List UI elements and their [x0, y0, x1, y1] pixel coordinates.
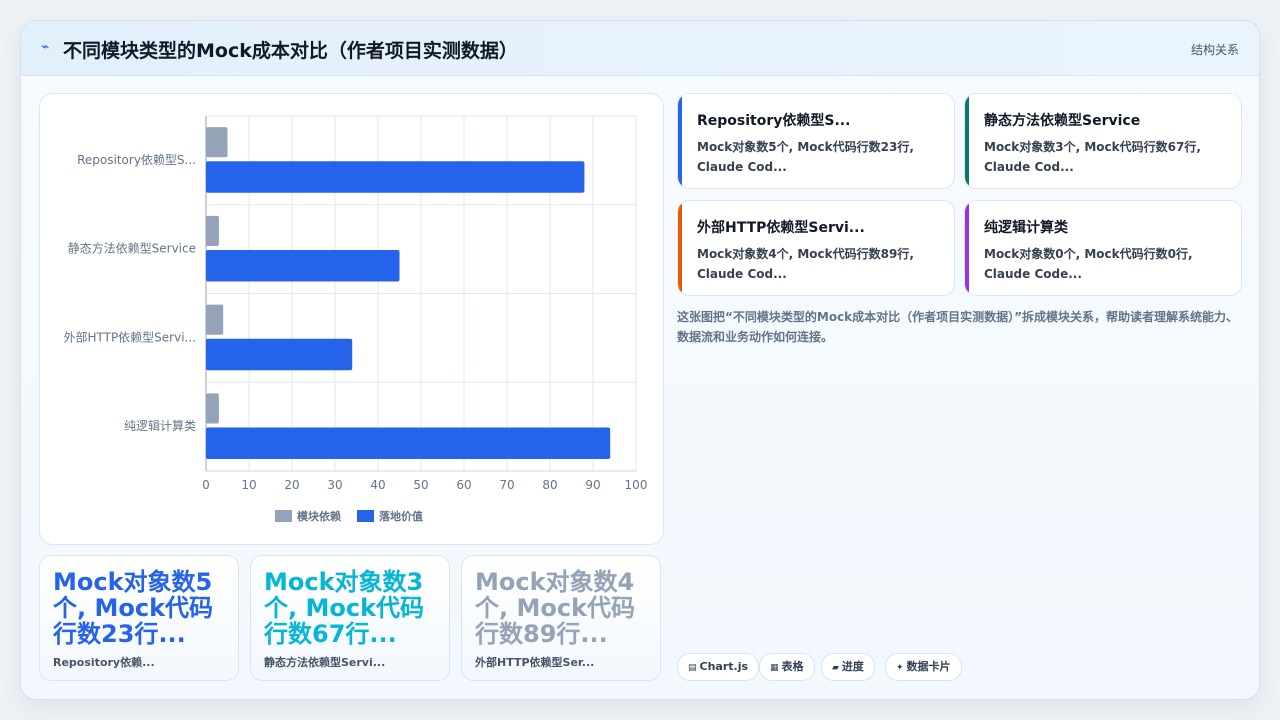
bar-module-dependency	[206, 304, 224, 335]
category-label: Repository依赖型S...	[77, 152, 196, 167]
info-card-body: Mock对象数5个, Mock代码行数23行, Claude Cod...	[697, 140, 914, 174]
category-label: 纯逻辑计算类	[124, 418, 196, 433]
chart-card: Repository依赖型S... 静态方法依赖型Service 外部HTTP依赖型…	[39, 93, 664, 545]
tag-chartjs[interactable]: ▤ Chart.js	[677, 653, 760, 681]
bar-chart: Repository依赖型S... 静态方法依赖型Service 外部HTTP依赖型…	[63, 115, 648, 523]
structure-relation-link[interactable]: 结构关系	[1191, 41, 1239, 58]
accent-bar	[965, 201, 969, 295]
info-card-title: Repository依赖型S...	[697, 113, 851, 129]
legend-label: 模块依赖	[297, 509, 341, 523]
x-tick-label: 0	[202, 478, 210, 492]
x-tick-label: 80	[542, 478, 557, 492]
bar-landing-value	[206, 427, 611, 460]
spark-icon: ⌁	[41, 39, 50, 55]
x-tick-label: 10	[241, 478, 256, 492]
x-tick-label: 100	[625, 478, 648, 492]
info-card-1: Repository依赖型S... Mock对象数5个, Mock代码行数23行…	[677, 93, 955, 189]
progress-icon: ▰	[832, 663, 839, 673]
accent-bar	[965, 94, 969, 188]
stat-card-2: Mock对象数3个, Mock代码行数67行... 静态方法依赖型Servi..…	[250, 555, 450, 681]
legend-label: 落地价值	[379, 509, 423, 523]
tag-label: 表格	[781, 660, 804, 673]
stat-label: 外部HTTP依赖型Ser...	[475, 656, 595, 669]
bar-module-dependency	[206, 127, 228, 158]
stat-card-1: Mock对象数5个, Mock代码行数23行... Repository依赖..…	[39, 555, 239, 681]
info-card-3: 外部HTTP依赖型Servi... Mock对象数4个, Mock代码行数89行…	[677, 200, 955, 296]
x-tick-label: 40	[370, 478, 385, 492]
tag-progress[interactable]: ▰ 进度	[821, 653, 875, 681]
x-tick-label: 30	[327, 478, 342, 492]
main-panel: ⌁ 不同模块类型的Mock成本对比（作者项目实测数据） 结构关系 Reposit…	[20, 20, 1260, 700]
category-label: 外部HTTP依赖型Servi...	[63, 329, 196, 344]
tag-data-card[interactable]: ✦ 数据卡片	[885, 653, 962, 681]
stat-value: Mock对象数4个, Mock代码行数89行...	[475, 568, 636, 648]
category-label: 静态方法依赖型Service	[68, 241, 196, 256]
tag-label: 数据卡片	[906, 660, 951, 673]
info-card-title: 静态方法依赖型Service	[984, 113, 1141, 129]
bar-landing-value	[206, 338, 353, 371]
x-tick-label: 90	[585, 478, 600, 492]
header: ⌁ 不同模块类型的Mock成本对比（作者项目实测数据） 结构关系	[21, 21, 1259, 76]
page-title: 不同模块类型的Mock成本对比（作者项目实测数据）	[63, 40, 518, 62]
stat-value: Mock对象数3个, Mock代码行数67行...	[264, 568, 425, 648]
tag-table[interactable]: ▦ 表格	[759, 653, 815, 681]
info-card-title: 外部HTTP依赖型Servi...	[697, 220, 865, 236]
info-card-body: Mock对象数0个, Mock代码行数0行, Claude Code...	[984, 247, 1193, 281]
legend-swatch	[357, 510, 374, 522]
chart-description: 这张图把“不同模块类型的Mock成本对比（作者项目实测数据）”拆成模块关系，帮助…	[677, 310, 1239, 344]
info-card-4: 纯逻辑计算类 Mock对象数0个, Mock代码行数0行, Claude Cod…	[964, 200, 1242, 296]
x-tick-label: 60	[456, 478, 471, 492]
info-card-body: Mock对象数4个, Mock代码行数89行, Claude Cod...	[697, 247, 914, 281]
info-card-body: Mock对象数3个, Mock代码行数67行, Claude Cod...	[984, 140, 1201, 174]
x-tick-label: 70	[499, 478, 514, 492]
stat-label: 静态方法依赖型Servi...	[264, 656, 386, 669]
accent-bar	[678, 94, 682, 188]
x-tick-label: 20	[284, 478, 299, 492]
tag-label: 进度	[841, 660, 864, 673]
bar-module-dependency	[206, 215, 219, 247]
sparkle-icon: ✦	[896, 663, 904, 673]
bar-module-dependency	[206, 393, 219, 424]
legend-swatch	[275, 510, 292, 522]
x-tick-label: 50	[413, 478, 428, 492]
stat-card-3: Mock对象数4个, Mock代码行数89行... 外部HTTP依赖型Ser..…	[461, 555, 661, 681]
info-card-title: 纯逻辑计算类	[984, 220, 1068, 236]
chart-icon: ▤	[688, 663, 697, 673]
table-icon: ▦	[770, 663, 779, 673]
accent-bar	[678, 201, 682, 295]
bar-landing-value	[206, 250, 400, 282]
info-card-2: 静态方法依赖型Service Mock对象数3个, Mock代码行数67行, C…	[964, 93, 1242, 189]
stat-label: Repository依赖...	[53, 656, 155, 669]
bar-landing-value	[206, 161, 585, 193]
tag-label: Chart.js	[699, 660, 749, 673]
stat-value: Mock对象数5个, Mock代码行数23行...	[53, 568, 214, 648]
